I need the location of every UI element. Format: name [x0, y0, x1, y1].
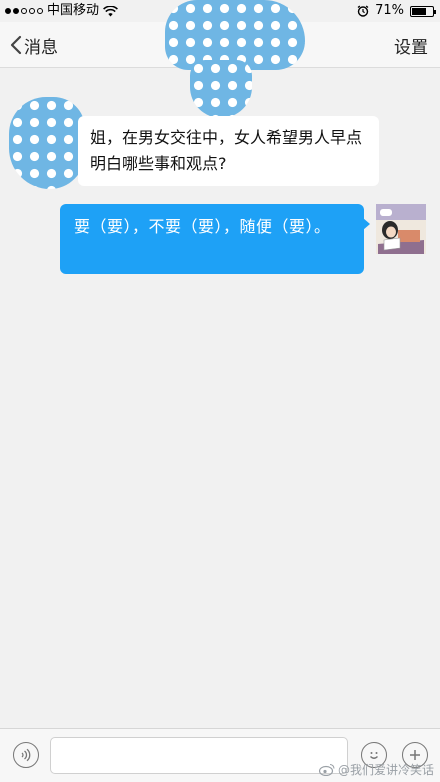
voice-icon	[21, 748, 31, 762]
carrier-name: 中国移动	[47, 3, 100, 18]
status-bar-right: 71%	[357, 0, 436, 22]
wifi-icon	[103, 5, 118, 16]
back-label: 消息	[24, 37, 58, 58]
chevron-left-icon	[10, 35, 22, 55]
watermark-text: @我们爱讲冷笑话	[337, 763, 434, 777]
user-avatar[interactable]	[376, 204, 426, 254]
outgoing-message-text: 要（要），不要（要），随便（要）。	[74, 217, 331, 236]
contact-avatar[interactable]	[9, 97, 85, 189]
back-button[interactable]: 消息	[10, 22, 58, 68]
censored-title-blob-tail	[190, 60, 252, 118]
message-input[interactable]	[50, 737, 348, 774]
incoming-message-text: 姐，在男女交往中，女人希望男人早点明白哪些事和观点?	[90, 128, 363, 173]
outgoing-message-bubble: 要（要），不要（要），随便（要）。	[60, 204, 370, 274]
status-bar-left: 中国移动	[5, 0, 118, 22]
user-avatar-image	[376, 204, 426, 254]
watermark: @我们爱讲冷笑话	[318, 761, 434, 778]
battery-percent: 71%	[375, 3, 404, 18]
plus-icon	[410, 750, 420, 760]
voice-button[interactable]	[13, 742, 39, 768]
weibo-logo-icon	[318, 763, 335, 776]
battery-icon	[410, 5, 436, 17]
settings-button[interactable]: 设置	[394, 22, 428, 68]
incoming-message-bubble: 姐，在男女交往中，女人希望男人早点明白哪些事和观点?	[78, 116, 379, 186]
signal-dots-icon	[5, 8, 43, 14]
alarm-icon	[357, 5, 369, 17]
battery-fill	[412, 7, 426, 15]
